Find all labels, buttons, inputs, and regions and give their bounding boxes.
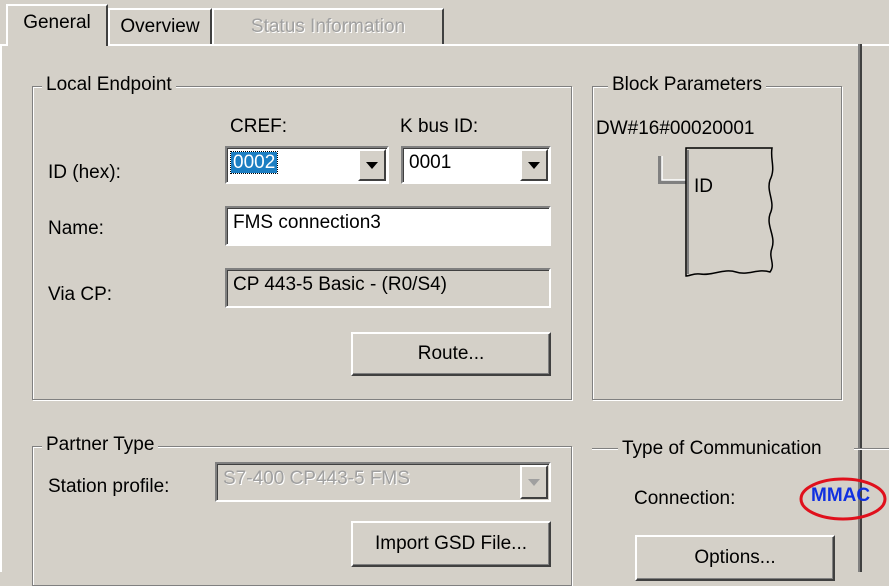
station-profile-combo[interactable]: S7-400 CP443-5 FMS [215, 462, 551, 502]
chevron-down-icon [528, 161, 540, 169]
cref-combo[interactable]: 0002 [225, 146, 389, 184]
route-button[interactable]: Route... [351, 332, 551, 376]
block-parameters-value: DW#16#00020001 [596, 118, 755, 139]
block-parameters-title: Block Parameters [608, 74, 766, 96]
local-endpoint-title: Local Endpoint [42, 74, 176, 96]
partner-type-title: Partner Type [42, 434, 159, 456]
tab-status-information[interactable]: Status Information [212, 8, 444, 44]
kbus-id-combo[interactable]: 0001 [401, 146, 551, 184]
type-of-communication-title: Type of Communication [622, 438, 822, 459]
chevron-down-icon [528, 478, 540, 486]
via-cp-value: CP 443-5 Basic - (R0/S4) [233, 274, 448, 295]
connection-label: Connection: [634, 488, 736, 509]
import-gsd-button[interactable]: Import GSD File... [351, 521, 551, 567]
via-cp-label: Via CP: [48, 284, 113, 305]
name-value: FMS connection3 [233, 212, 381, 233]
separator-line-highlight [592, 449, 618, 450]
via-cp-field: CP 443-5 Basic - (R0/S4) [225, 268, 551, 308]
block-id-label: ID [694, 176, 713, 197]
station-profile-label: Station profile: [48, 476, 170, 497]
block-diagram-icon: ID [658, 147, 774, 277]
cref-header: CREF: [230, 116, 287, 137]
kbus-id-dropdown-button[interactable] [520, 149, 548, 181]
tab-overview-label: Overview [120, 16, 200, 37]
tab-general-label: General [23, 12, 91, 33]
station-profile-value: S7-400 CP443-5 FMS [223, 468, 410, 489]
panel-left-edge [0, 44, 2, 572]
name-label: Name: [48, 218, 104, 239]
options-button[interactable]: Options... [635, 535, 835, 581]
cref-dropdown-button[interactable] [358, 149, 386, 181]
kbus-id-value: 0001 [409, 152, 452, 173]
id-hex-label: ID (hex): [48, 162, 121, 183]
tab-overview[interactable]: Overview [108, 8, 212, 44]
connection-value: MMAC [811, 485, 871, 506]
name-input[interactable]: FMS connection3 [225, 206, 551, 246]
chevron-down-icon [366, 161, 378, 169]
tab-general[interactable]: General [6, 4, 108, 46]
station-profile-dropdown-button[interactable] [520, 465, 548, 499]
separator-line-highlight [854, 449, 889, 450]
cref-value: 0002 [229, 151, 279, 174]
tab-strip-line [0, 44, 889, 46]
kbus-id-header: K bus ID: [400, 116, 479, 137]
tab-status-information-label: Status Information [250, 16, 406, 37]
